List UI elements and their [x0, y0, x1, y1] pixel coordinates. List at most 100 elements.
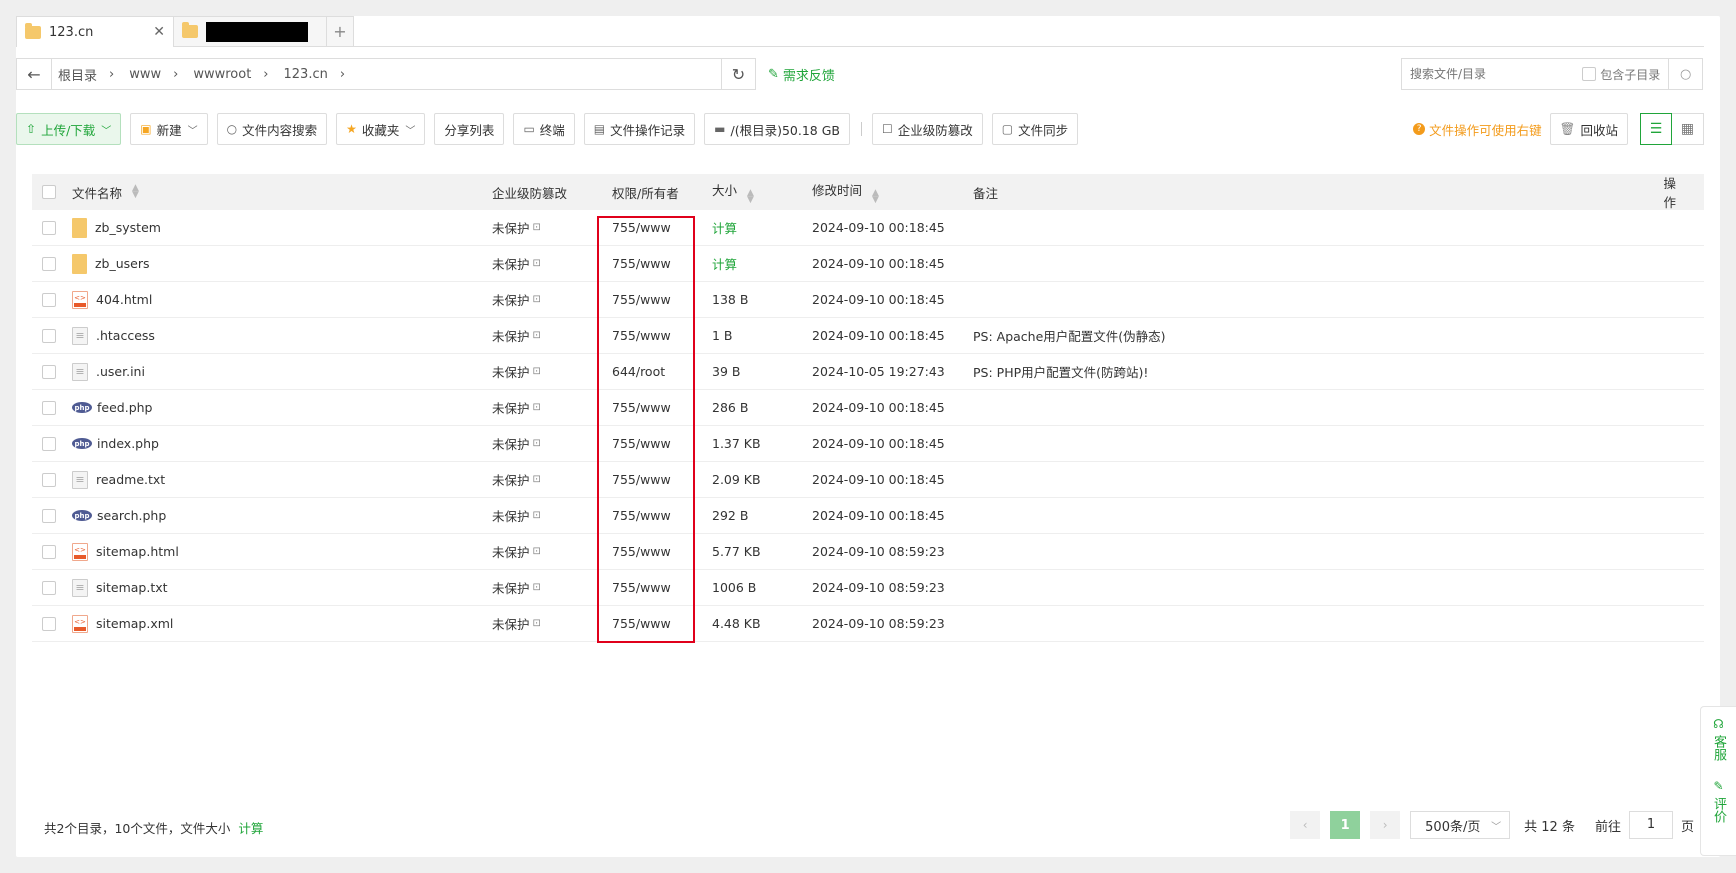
file-name[interactable]: 404.html [96, 292, 152, 307]
upload-download-button[interactable]: ⇧ 上传/下载 ﹀ [16, 113, 122, 145]
checkbox[interactable] [42, 616, 56, 631]
sort-icon[interactable]: ▲ ▼ [747, 189, 754, 205]
new-button[interactable]: ▣ 新建 ﹀ [130, 113, 208, 145]
file-name[interactable]: zb_system [95, 220, 161, 235]
protect-status[interactable]: 未保护 ⊡ [492, 254, 612, 273]
add-tab-button[interactable]: + [326, 16, 354, 46]
table-row[interactable]: readme.txt 未保护⊡755/www2.09 KB 2024-09-10 0… [32, 462, 1704, 498]
tab-123cn[interactable]: 123.cn ✕ [16, 16, 174, 47]
permission-owner[interactable]: 644/root [612, 364, 712, 379]
file-name-cell[interactable]: php feed.php [72, 400, 492, 415]
permission-owner[interactable]: 755/www [612, 220, 712, 235]
table-row[interactable]: sitemap.html 未保护⊡755/www5.77 KB 2024-09-10… [32, 534, 1704, 570]
file-name-cell[interactable]: .user.ini [72, 362, 492, 381]
refresh-button[interactable]: ↻ [722, 58, 756, 90]
checkbox[interactable] [42, 436, 56, 451]
file-size[interactable]: 计算 [712, 254, 812, 273]
table-row[interactable]: .user.ini 未保护⊡644/root39 B 2024-10-05 19:2… [32, 354, 1704, 390]
terminal-button[interactable]: ▭ 终端 [513, 113, 575, 145]
permission-owner[interactable]: 755/www [612, 616, 712, 631]
file-name[interactable]: .user.ini [96, 364, 145, 379]
file-name-cell[interactable]: php index.php [72, 436, 492, 451]
file-name-cell[interactable]: readme.txt [72, 470, 492, 489]
file-note[interactable]: PS: Apache用户配置文件(伪静态) [973, 326, 1653, 345]
permission-owner[interactable]: 755/www [612, 508, 712, 523]
header-name[interactable]: 文件名称 ▲ ▼ [72, 183, 492, 202]
permission-owner[interactable]: 755/www [612, 580, 712, 595]
file-name-cell[interactable]: zb_system [72, 217, 492, 238]
grid-view-button[interactable]: ▦ [1672, 113, 1704, 145]
row-checkbox[interactable] [32, 328, 72, 343]
table-row[interactable]: sitemap.xml 未保护⊡755/www4.48 KB 2024-09-10 … [32, 606, 1704, 642]
page-size-select[interactable]: 500条/页 ﹀ [1410, 811, 1511, 839]
checkbox[interactable] [42, 328, 56, 343]
share-list-button[interactable]: 分享列表 [434, 113, 505, 145]
file-name[interactable]: sitemap.xml [96, 616, 173, 631]
permission-owner[interactable]: 755/www [612, 256, 712, 271]
content-search-button[interactable]: ○ 文件内容搜索 [216, 113, 328, 145]
next-page-button[interactable]: › [1370, 811, 1401, 839]
permission-owner[interactable]: 755/www [612, 544, 712, 559]
row-checkbox[interactable] [32, 220, 72, 235]
checkbox[interactable] [42, 185, 56, 199]
file-name[interactable]: readme.txt [96, 472, 165, 487]
row-checkbox[interactable] [32, 436, 72, 451]
permission-owner[interactable]: 755/www [612, 328, 712, 343]
file-name-cell[interactable]: sitemap.html [72, 542, 492, 561]
breadcrumb-item-root[interactable]: 根目录 › [58, 65, 129, 84]
breadcrumb[interactable]: 根目录 › www › wwwroot › 123.cn › [52, 58, 722, 90]
sort-icon[interactable]: ▲ ▼ [132, 184, 139, 200]
tab-redacted[interactable] [173, 16, 327, 46]
permission-owner[interactable]: 755/www [612, 472, 712, 487]
row-checkbox[interactable] [32, 544, 72, 559]
protect-status[interactable]: 未保护 ⊡ [492, 614, 612, 633]
checkbox[interactable] [1582, 67, 1597, 81]
protect-status[interactable]: 未保护 ⊡ [492, 542, 612, 561]
file-name[interactable]: index.php [97, 436, 159, 451]
file-name-cell[interactable]: sitemap.txt [72, 578, 492, 597]
protect-status[interactable]: 未保护 ⊡ [492, 398, 612, 417]
file-name-cell[interactable]: sitemap.xml [72, 614, 492, 633]
file-name-cell[interactable]: .htaccess [72, 326, 492, 345]
checkbox[interactable] [42, 220, 56, 235]
file-name[interactable]: search.php [97, 508, 166, 523]
select-all-checkbox[interactable] [32, 185, 72, 199]
row-checkbox[interactable] [32, 508, 72, 523]
protect-status[interactable]: 未保护 ⊡ [492, 470, 612, 489]
row-checkbox[interactable] [32, 364, 72, 379]
file-name-cell[interactable]: zb_users [72, 253, 492, 274]
recycle-bin-button[interactable]: 🗑 回收站 [1549, 113, 1628, 145]
protect-status[interactable]: 未保护 ⊡ [492, 218, 612, 237]
protect-status[interactable]: 未保护 ⊡ [492, 290, 612, 309]
protect-status[interactable]: 未保护 ⊡ [492, 578, 612, 597]
row-checkbox[interactable] [32, 580, 72, 595]
protect-status[interactable]: 未保护 ⊡ [492, 326, 612, 345]
checkbox[interactable] [42, 400, 56, 415]
header-size[interactable]: 大小 ▲ ▼ [712, 180, 812, 205]
checkbox[interactable] [42, 256, 56, 271]
checkbox[interactable] [42, 580, 56, 595]
search-input[interactable] [1410, 67, 1560, 81]
include-subdir-checkbox[interactable]: 包含子目录 [1582, 66, 1660, 83]
file-name[interactable]: sitemap.txt [96, 580, 168, 595]
breadcrumb-item-123cn[interactable]: 123.cn › [284, 67, 361, 82]
table-row[interactable]: 404.html 未保护⊡755/www138 B 2024-09-10 00:18… [32, 282, 1704, 318]
row-checkbox[interactable] [32, 256, 72, 271]
breadcrumb-item-www[interactable]: www › [129, 67, 193, 82]
close-icon[interactable]: ✕ [153, 24, 165, 40]
table-row[interactable]: zb_system 未保护 ⊡ 755/www 计算 2024-09-10 00:18:4… [32, 210, 1704, 246]
tamper-protect-button[interactable]: ☐ 企业级防篡改 [872, 113, 983, 145]
permission-owner[interactable]: 755/www [612, 292, 712, 307]
list-view-button[interactable]: ☰ [1640, 113, 1672, 145]
back-button[interactable]: ← [16, 58, 52, 90]
protect-status[interactable]: 未保护 ⊡ [492, 362, 612, 381]
table-row[interactable]: zb_users 未保护 ⊡ 755/www 计算 2024-09-10 00:18:45 [32, 246, 1704, 282]
file-name[interactable]: sitemap.html [96, 544, 179, 559]
file-name[interactable]: feed.php [97, 400, 152, 415]
header-mtime[interactable]: 修改时间 ▲ ▼ [812, 180, 973, 205]
protect-status[interactable]: 未保护 ⊡ [492, 434, 612, 453]
table-row[interactable]: .htaccess 未保护⊡755/www1 B 2024-09-10 00:18:… [32, 318, 1704, 354]
file-note[interactable]: PS: PHP用户配置文件(防跨站)! [973, 362, 1653, 381]
search-button[interactable]: ○ [1669, 58, 1703, 90]
disk-button[interactable]: ▬ /(根目录)50.18 GB [704, 113, 850, 145]
